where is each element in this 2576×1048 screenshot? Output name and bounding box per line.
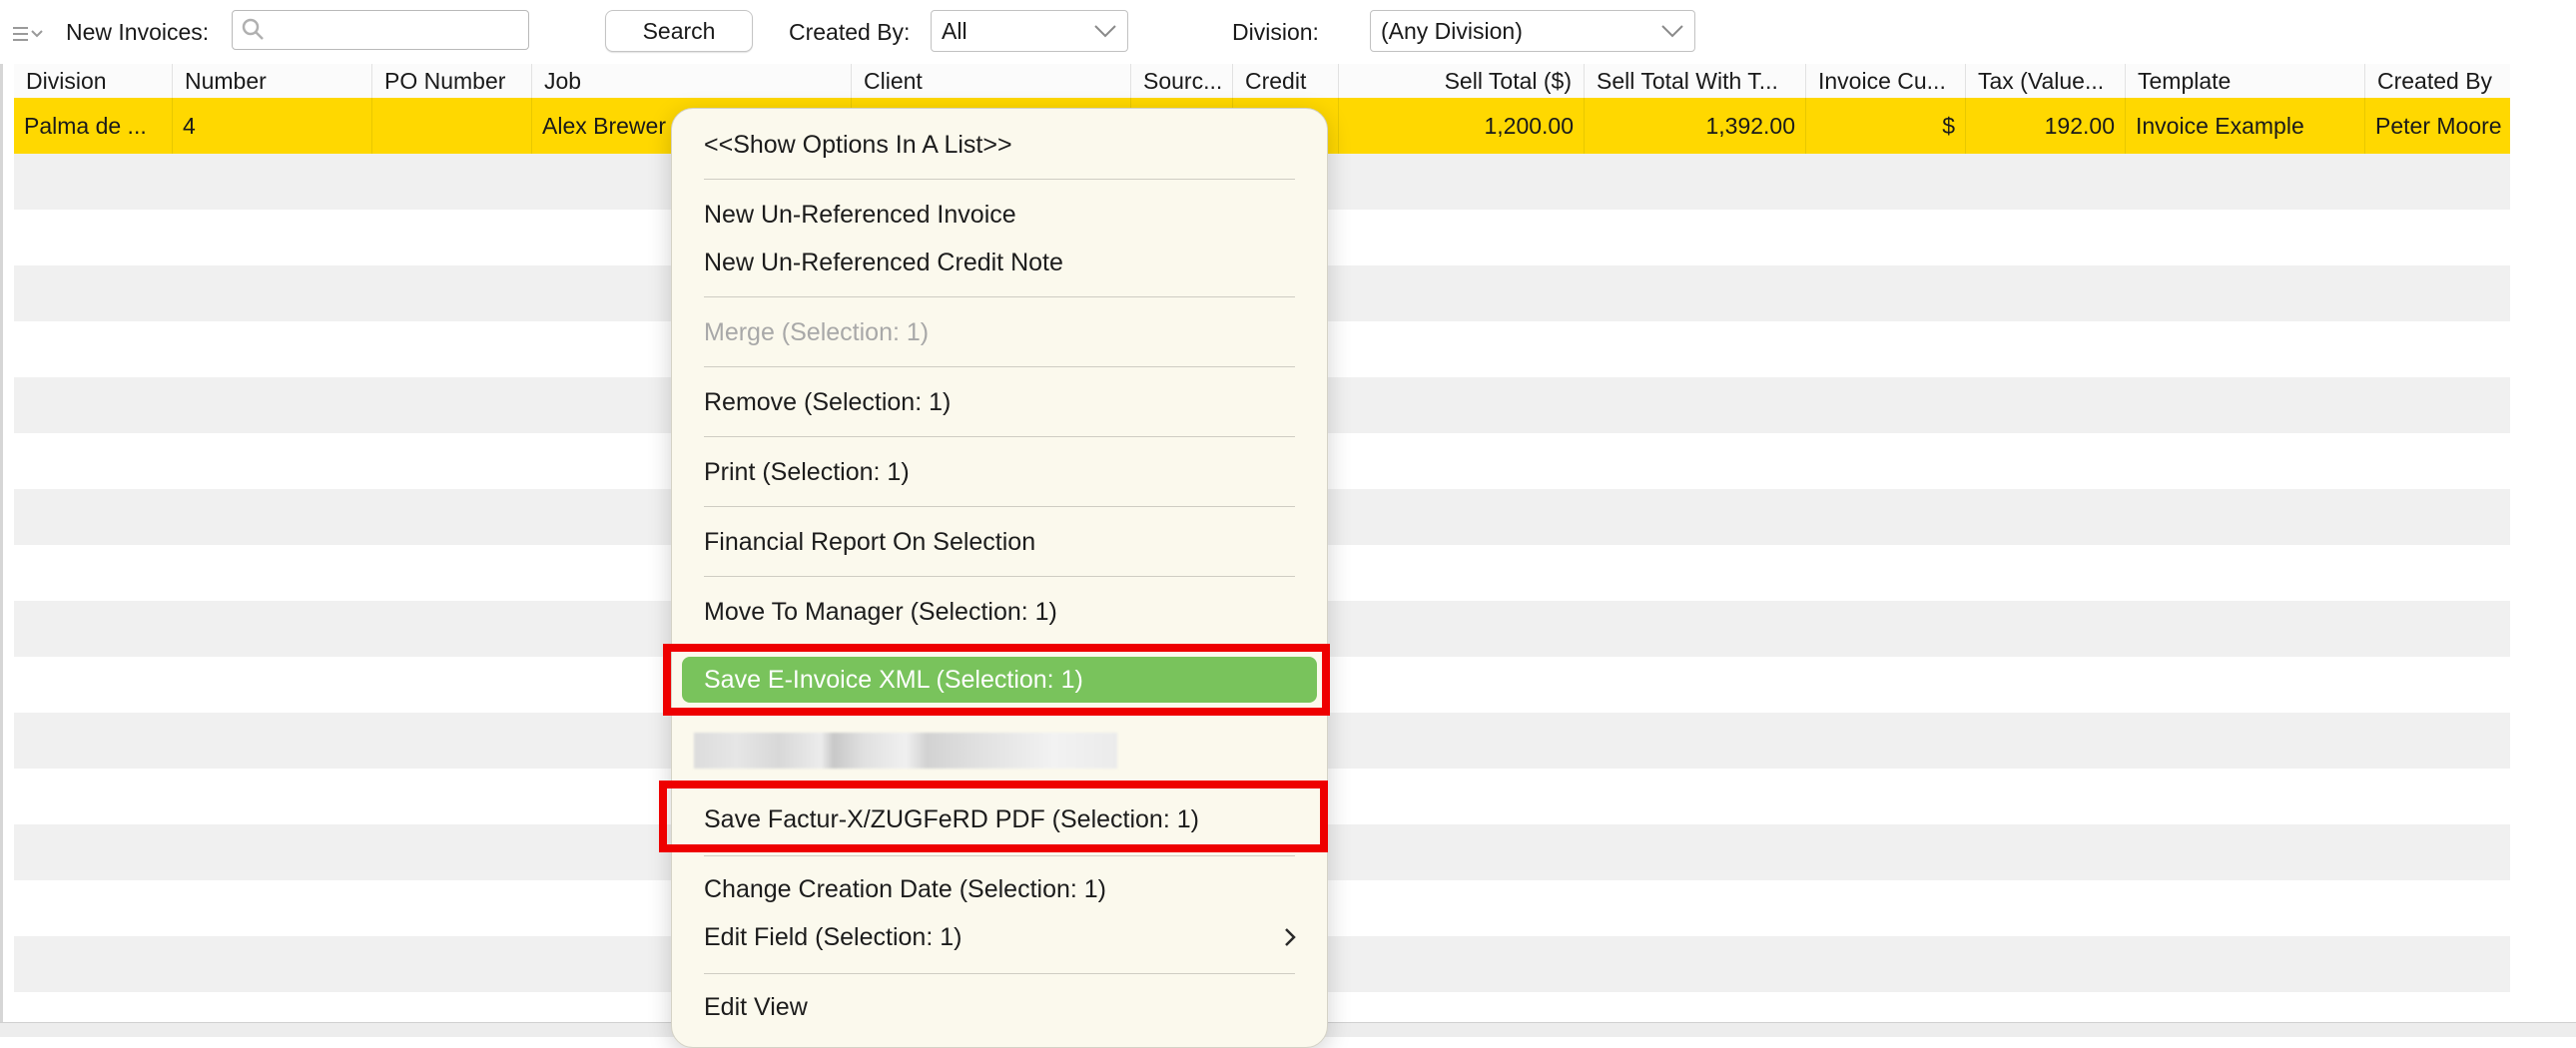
- menu-separator: [704, 855, 1295, 856]
- column-header-tax-value[interactable]: Tax (Value...: [1965, 64, 2125, 98]
- cell-sell-total-with-tax: 1,392.00: [1584, 98, 1805, 154]
- menu-separator: [704, 366, 1295, 367]
- magnifier-icon: [242, 18, 264, 40]
- division-label: Division:: [1232, 19, 1319, 45]
- menu-item-new-unreferenced-credit-note[interactable]: New Un-Referenced Credit Note: [704, 245, 1063, 280]
- menu-separator: [704, 296, 1295, 297]
- column-header-sell-total-with-tax[interactable]: Sell Total With T...: [1584, 64, 1805, 98]
- menu-item-financial-report[interactable]: Financial Report On Selection: [704, 524, 1035, 560]
- menu-item-print[interactable]: Print (Selection: 1): [704, 454, 910, 490]
- menu-item-show-options-list[interactable]: <<Show Options In A List>>: [704, 127, 1012, 163]
- menu-separator: [704, 179, 1295, 180]
- created-by-label: Created By:: [789, 19, 911, 45]
- cell-division: Palma de ...: [24, 113, 147, 139]
- division-value: (Any Division): [1381, 17, 1523, 44]
- toolbar: New Invoices: Search Created By: All Div…: [0, 0, 2576, 64]
- context-menu: <<Show Options In A List>> New Un-Refere…: [671, 108, 1328, 1048]
- chevron-down-icon: [1094, 25, 1116, 38]
- table-header: Division Number PO Number Job Client Sou…: [14, 64, 2510, 98]
- menu-item-new-unreferenced-invoice[interactable]: New Un-Referenced Invoice: [704, 197, 1016, 233]
- column-header-job[interactable]: Job: [531, 64, 851, 98]
- annotation-box-facturx: [659, 781, 1328, 852]
- cell-po-number: [371, 98, 531, 154]
- menu-item-remove[interactable]: Remove (Selection: 1): [704, 384, 951, 420]
- menu-item-change-creation-date[interactable]: Change Creation Date (Selection: 1): [704, 871, 1106, 907]
- column-header-po-number[interactable]: PO Number: [371, 64, 531, 98]
- menu-separator: [704, 973, 1295, 974]
- chevron-right-icon: [1285, 928, 1296, 946]
- menu-item-merge: Merge (Selection: 1): [704, 318, 930, 346]
- menu-separator: [704, 576, 1295, 577]
- cell-created-by: Peter Moore: [2364, 98, 2534, 154]
- menu-separator: [704, 436, 1295, 437]
- redacted-menu-item: [694, 733, 1117, 769]
- new-invoices-label: New Invoices:: [66, 19, 210, 45]
- search-input[interactable]: [232, 10, 529, 50]
- cell-number: 4: [172, 98, 371, 154]
- column-header-invoice-currency[interactable]: Invoice Cu...: [1805, 64, 1965, 98]
- column-header-source[interactable]: Sourc...: [1130, 64, 1232, 98]
- menu-separator: [704, 506, 1295, 507]
- column-header-credit[interactable]: Credit: [1232, 64, 1338, 98]
- division-select[interactable]: (Any Division): [1370, 10, 1695, 52]
- window-left-edge: [0, 0, 3, 1036]
- column-header-template[interactable]: Template: [2125, 64, 2364, 98]
- column-header-number[interactable]: Number: [172, 64, 371, 98]
- annotation-box-e-invoice: [663, 644, 1330, 716]
- cell-invoice-currency: $: [1805, 98, 1965, 154]
- menu-item-edit-field[interactable]: Edit Field (Selection: 1): [704, 919, 962, 955]
- menu-item-move-to-manager[interactable]: Move To Manager (Selection: 1): [704, 594, 1057, 630]
- column-header-client[interactable]: Client: [851, 64, 1130, 98]
- search-button[interactable]: Search: [605, 10, 753, 52]
- column-header-created-by[interactable]: Created By: [2364, 64, 2534, 98]
- cell-template: Invoice Example: [2125, 98, 2364, 154]
- created-by-select[interactable]: All: [931, 10, 1128, 52]
- column-header-sell-total[interactable]: Sell Total ($): [1338, 64, 1584, 98]
- column-header-division[interactable]: Division: [14, 64, 172, 98]
- cell-tax-value: 192.00: [1965, 98, 2125, 154]
- menu-item-edit-view[interactable]: Edit View: [704, 989, 808, 1025]
- chevron-down-icon: [1661, 25, 1683, 38]
- list-options-icon[interactable]: [12, 22, 46, 46]
- cell-sell-total: 1,200.00: [1338, 98, 1584, 154]
- created-by-value: All: [942, 17, 967, 44]
